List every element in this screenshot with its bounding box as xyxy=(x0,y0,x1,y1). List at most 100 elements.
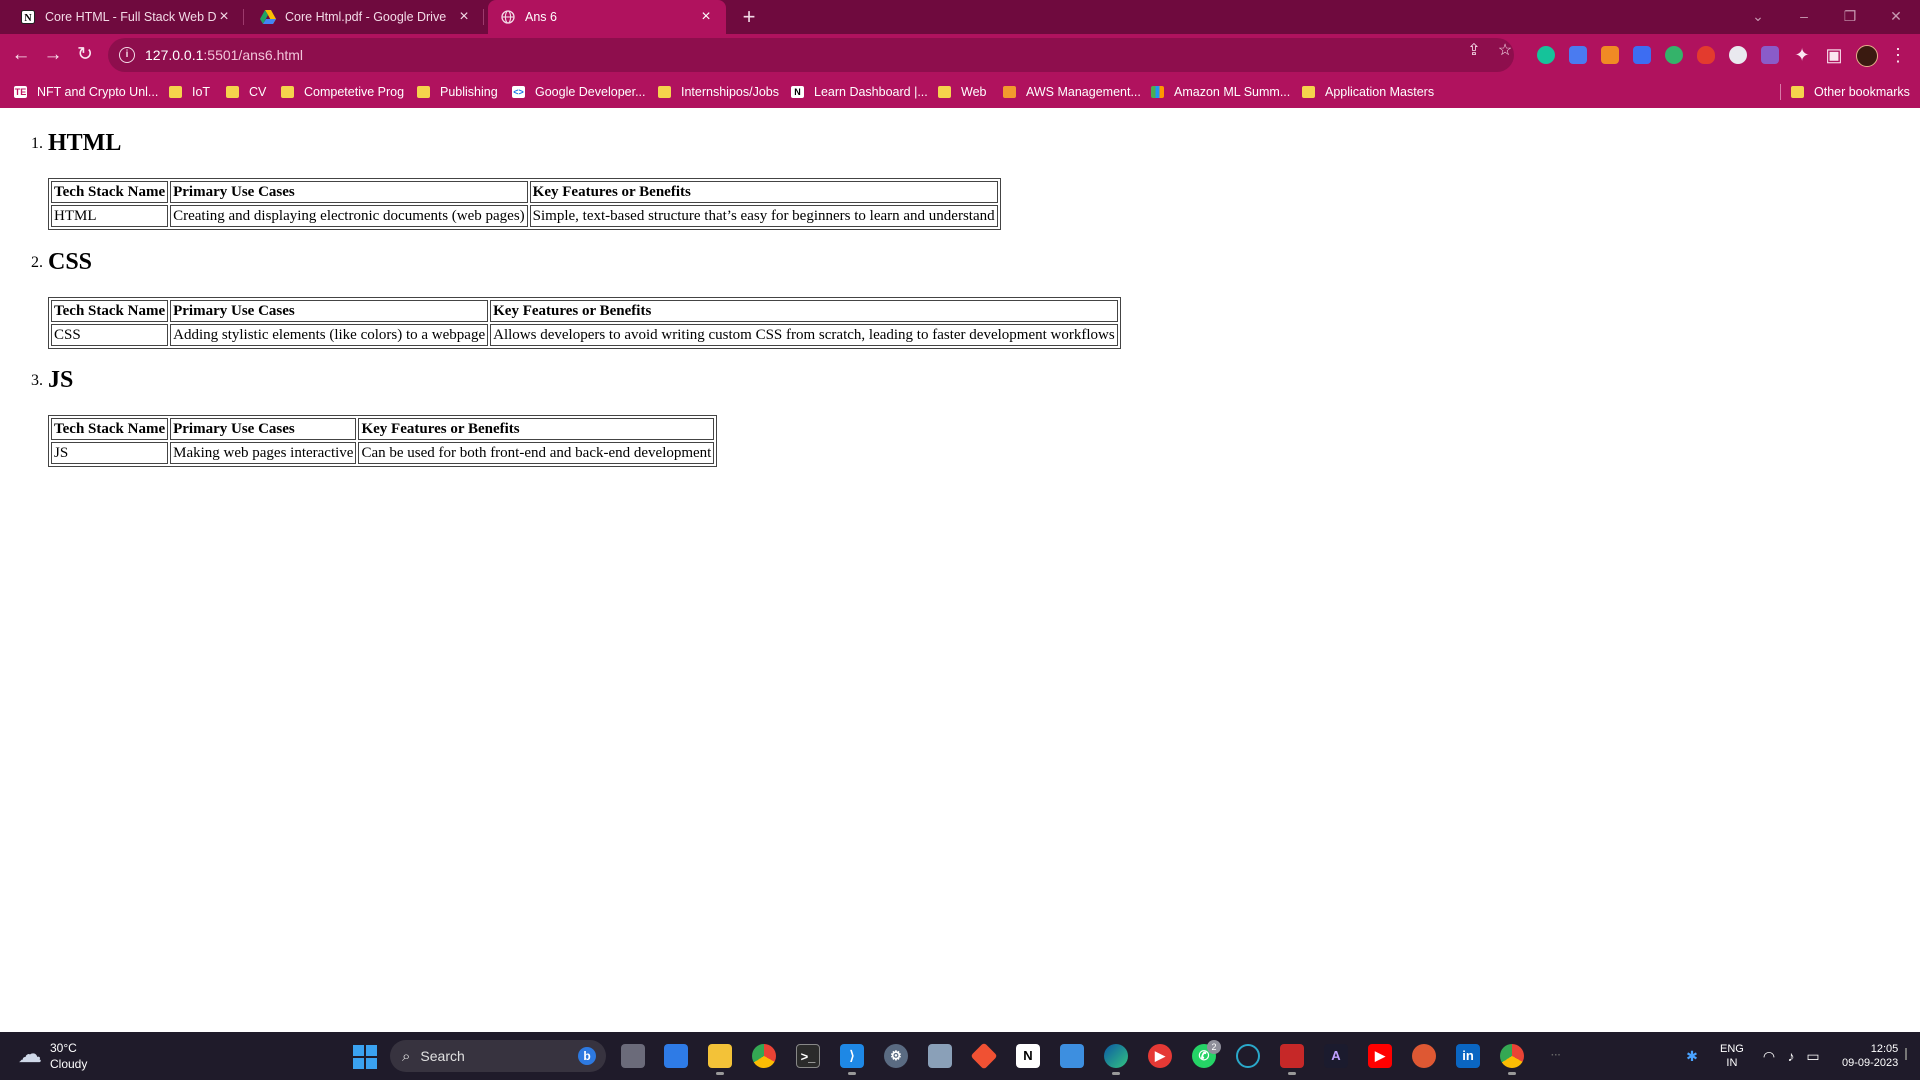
translate-extension-icon[interactable] xyxy=(1569,46,1587,64)
edge-icon[interactable] xyxy=(1104,1044,1128,1075)
bookmark-application-masters[interactable]: Application Masters xyxy=(1302,82,1434,102)
table-cell: Making web pages interactive xyxy=(170,442,357,464)
bookmark-label: Other bookmarks xyxy=(1814,85,1910,99)
bookmark-amazon-ml-summer[interactable]: Amazon ML Summ... xyxy=(1151,82,1290,102)
bookmark-label: Learn Dashboard |... xyxy=(814,85,928,99)
bluetooth-icon[interactable]: ✱ xyxy=(1684,1046,1700,1066)
snipping-tool-icon[interactable] xyxy=(1060,1044,1084,1068)
microsoft-store-icon[interactable] xyxy=(664,1044,688,1068)
close-icon[interactable]: × xyxy=(216,9,232,25)
close-icon[interactable]: × xyxy=(456,9,472,25)
table-row: HTML Creating and displaying electronic … xyxy=(51,205,998,227)
region-code: IN xyxy=(1726,1057,1738,1069)
bookmark-iot[interactable]: IoT xyxy=(169,82,210,102)
linkedin-icon[interactable]: in xyxy=(1456,1044,1480,1068)
minimize-button[interactable]: – xyxy=(1792,6,1816,26)
youtube-icon[interactable]: ▶ xyxy=(1368,1044,1392,1068)
weather-description[interactable]: Cloudy xyxy=(50,1057,87,1071)
share-icon[interactable]: ⇪ xyxy=(1464,41,1484,61)
column-header: Key Features or Benefits xyxy=(529,181,998,203)
cloud-icon[interactable]: ☁ xyxy=(18,1043,44,1067)
battery-icon[interactable]: ▭ xyxy=(1804,1046,1822,1066)
bookmark-aws-management[interactable]: AWS Management... xyxy=(1003,82,1141,102)
column-header: Key Features or Benefits xyxy=(358,418,715,440)
affinity-icon[interactable]: A xyxy=(1324,1044,1348,1068)
tab-extension-icon[interactable] xyxy=(1633,46,1651,64)
settings-gear-icon[interactable]: ⚙ xyxy=(884,1044,908,1068)
bookmark-google-developer[interactable]: <> Google Developer... xyxy=(512,82,646,102)
side-panel-icon[interactable]: ▣ xyxy=(1822,43,1846,67)
notion-icon[interactable]: N xyxy=(1016,1044,1040,1068)
windows-start-icon[interactable] xyxy=(353,1045,377,1069)
extensions-puzzle-icon[interactable]: ✦ xyxy=(1790,43,1814,67)
forward-button[interactable]: → xyxy=(41,43,65,67)
language-indicator[interactable]: ENG IN xyxy=(1720,1042,1744,1070)
bing-icon[interactable]: b xyxy=(578,1047,596,1065)
chrome-profile-icon[interactable] xyxy=(1500,1044,1524,1075)
folder-icon xyxy=(169,86,182,98)
folder-icon xyxy=(417,86,430,98)
google-drive-icon xyxy=(260,9,276,25)
restore-button[interactable]: ❐ xyxy=(1838,6,1862,26)
media-player-icon[interactable]: ▶ xyxy=(1148,1044,1172,1068)
site-info-icon[interactable]: i xyxy=(119,47,135,63)
close-window-button[interactable]: ✕ xyxy=(1884,6,1908,26)
address-bar[interactable]: i 127.0.0.1:5501/ans6.html xyxy=(108,38,1514,72)
cortana-icon[interactable] xyxy=(1236,1044,1260,1068)
extension-icon[interactable] xyxy=(1665,46,1683,64)
table-header-row: Tech Stack Name Primary Use Cases Key Fe… xyxy=(51,300,1118,322)
google-developers-icon: <> xyxy=(512,86,525,98)
vscode-icon[interactable]: ⟩ xyxy=(840,1044,864,1075)
table-cell: HTML xyxy=(51,205,169,227)
app-icon[interactable]: ··· xyxy=(1544,1044,1568,1068)
taskbar-search[interactable]: ⌕ Search b xyxy=(390,1040,606,1072)
close-icon[interactable]: × xyxy=(698,9,714,25)
extension-icon[interactable] xyxy=(1729,46,1747,64)
file-explorer-icon[interactable] xyxy=(708,1044,732,1075)
menu-kebab-icon[interactable]: ⋮ xyxy=(1886,43,1910,67)
bookmark-nft-crypto[interactable]: TE NFT and Crypto Unl... xyxy=(14,82,158,102)
bookmark-publishing[interactable]: Publishing xyxy=(417,82,498,102)
page-viewport: 1. HTML Tech Stack Name Primary Use Case… xyxy=(0,108,1920,1032)
back-button[interactable]: ← xyxy=(9,43,33,67)
wifi-icon[interactable]: ◠ xyxy=(1760,1046,1778,1066)
duckduckgo-icon[interactable] xyxy=(1412,1044,1436,1068)
profile-avatar[interactable] xyxy=(1856,45,1878,67)
grammarly-extension-icon[interactable] xyxy=(1537,46,1555,64)
reader-extension-icon[interactable] xyxy=(1761,46,1779,64)
reload-button[interactable]: ↻ xyxy=(73,43,97,67)
bookmark-web[interactable]: Web xyxy=(938,82,986,102)
tab-core-html-notion[interactable]: N Core HTML - Full Stack Web Dev × xyxy=(8,0,244,34)
bookmark-label: Competetive Prog xyxy=(304,85,405,99)
tab-strip: N Core HTML - Full Stack Web Dev × Core … xyxy=(0,0,1920,34)
fire-extension-icon[interactable] xyxy=(1697,46,1715,64)
clock-time: 12:05 xyxy=(1870,1043,1899,1055)
terminal-icon[interactable]: >_ xyxy=(796,1044,820,1068)
bookmark-learn-dashboard[interactable]: N Learn Dashboard |... xyxy=(791,82,928,102)
bookmark-star-icon[interactable]: ☆ xyxy=(1495,41,1515,61)
volume-icon[interactable]: ♪ xyxy=(1782,1046,1800,1066)
metamask-extension-icon[interactable] xyxy=(1601,46,1619,64)
tab-search-icon[interactable]: ⌄ xyxy=(1746,6,1770,26)
bookmark-internships-jobs[interactable]: Internshipos/Jobs xyxy=(658,82,779,102)
bookmark-competetive-prog[interactable]: Competetive Prog xyxy=(281,82,404,102)
folder-icon xyxy=(281,86,294,98)
show-desktop-button[interactable] xyxy=(1905,1048,1913,1060)
pdf-reader-icon[interactable] xyxy=(1280,1044,1304,1075)
chrome-icon[interactable] xyxy=(752,1044,776,1068)
new-tab-button[interactable]: + xyxy=(738,6,760,28)
clock[interactable]: 12:05 09-09-2023 xyxy=(1842,1042,1898,1070)
other-bookmarks[interactable]: Other bookmarks xyxy=(1791,82,1910,102)
column-header: Key Features or Benefits xyxy=(490,300,1118,322)
tab-ans-6[interactable]: Ans 6 × xyxy=(488,0,726,34)
git-icon[interactable] xyxy=(970,1042,998,1070)
photos-icon[interactable] xyxy=(928,1044,952,1068)
bookmark-cv[interactable]: CV xyxy=(226,82,266,102)
weather-temperature[interactable]: 30°C xyxy=(50,1041,77,1055)
table-cell: Can be used for both front-end and back-… xyxy=(358,442,715,464)
tab-title: Ans 6 xyxy=(525,10,557,24)
task-view-icon[interactable] xyxy=(621,1044,645,1068)
tab-google-drive[interactable]: Core Html.pdf - Google Drive × xyxy=(248,0,484,34)
browser-toolbar: ← → ↻ i 127.0.0.1:5501/ans6.html ⇪ ☆ ✦ ▣… xyxy=(0,34,1920,76)
bookmark-label: NFT and Crypto Unl... xyxy=(37,85,159,99)
